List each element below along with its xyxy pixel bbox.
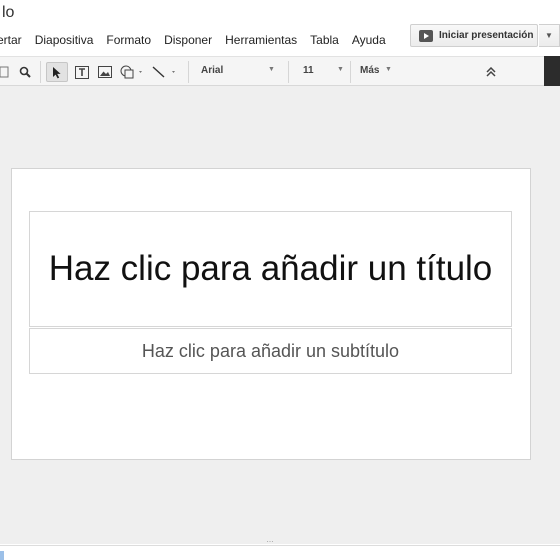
speaker-notes-area[interactable] (0, 545, 560, 560)
presentation-options-dropdown[interactable]: ▼ (539, 24, 560, 47)
menu-insert[interactable]: ertar (0, 33, 22, 47)
shapes-icon[interactable] (118, 62, 146, 82)
more-options-button[interactable]: Más (360, 65, 379, 76)
chevron-down-icon: ▼ (337, 66, 344, 73)
menu-arrange[interactable]: Disponer (164, 33, 212, 47)
menu-help[interactable]: Ayuda (352, 33, 386, 47)
menu-tools[interactable]: Herramientas (225, 33, 297, 47)
line-icon[interactable] (150, 62, 180, 82)
toolbar: Arial ▼ 11 ▼ Más ▼ (0, 56, 560, 86)
subtitle-placeholder[interactable]: Haz clic para añadir un subtítulo (29, 328, 512, 374)
font-family-dropdown[interactable]: Arial (201, 65, 223, 76)
play-icon (419, 29, 433, 42)
font-size-dropdown[interactable]: 11 (303, 65, 314, 76)
chevron-down-icon: ▼ (268, 66, 275, 73)
start-presentation-button[interactable]: Iniciar presentación (410, 24, 538, 47)
paint-format-icon[interactable] (0, 62, 10, 82)
toolbar-divider (40, 61, 41, 83)
image-icon[interactable] (95, 62, 115, 82)
menu-table[interactable]: Tabla (310, 33, 339, 47)
zoom-icon[interactable] (16, 62, 34, 82)
chevron-down-icon: ▼ (385, 66, 392, 73)
toolbar-divider (350, 61, 351, 83)
toolbar-divider (188, 61, 189, 83)
text-box-icon[interactable] (72, 62, 92, 82)
menu-bar: ertar Diapositiva Formato Disponer Herra… (0, 30, 399, 50)
menu-slide[interactable]: Diapositiva (35, 33, 94, 47)
start-presentation-label: Iniciar presentación (439, 30, 534, 41)
toolbar-divider (288, 61, 289, 83)
select-arrow-icon[interactable] (46, 62, 68, 82)
title-placeholder[interactable]: Haz clic para añadir un título (29, 211, 512, 327)
collapse-icon[interactable] (482, 62, 500, 82)
side-panel-edge (544, 56, 560, 86)
menu-format[interactable]: Formato (106, 33, 151, 47)
document-title[interactable]: lo (2, 4, 14, 22)
chevron-down-icon: ▼ (545, 31, 553, 40)
notes-marker (0, 551, 4, 560)
